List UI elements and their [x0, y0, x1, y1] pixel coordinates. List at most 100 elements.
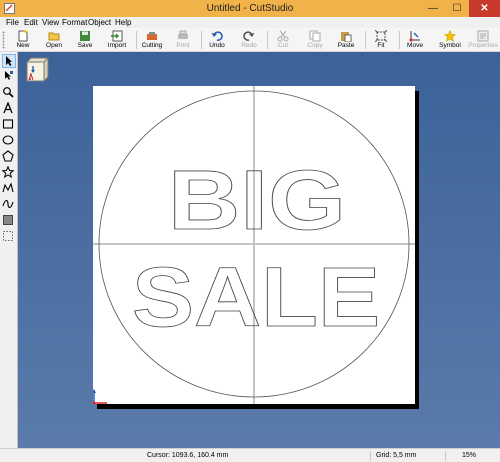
new-label: New — [16, 42, 30, 49]
save-label: Save — [77, 42, 93, 49]
toolbar-grip[interactable] — [2, 31, 5, 49]
design-artwork: BIG SALE — [93, 86, 415, 404]
cutting-label: Cutting — [141, 42, 163, 49]
status-divider — [370, 451, 371, 461]
marquee-icon — [3, 231, 13, 241]
undo-button[interactable]: Undo — [204, 29, 230, 51]
move-label: Move — [407, 42, 423, 49]
new-button[interactable]: New — [10, 29, 36, 51]
origin-marker-icon[interactable] — [93, 389, 107, 404]
zoom-tool[interactable] — [2, 86, 16, 100]
print-button[interactable]: Print — [170, 29, 196, 51]
big-text[interactable]: BIG — [168, 153, 347, 248]
maximize-button[interactable]: ☐ — [445, 0, 469, 17]
fit-label: Fit — [377, 42, 385, 49]
star-icon — [2, 166, 14, 178]
star-symbol-icon — [444, 30, 456, 42]
curve-tool[interactable] — [2, 198, 16, 212]
node-edit-icon — [5, 71, 13, 80]
zoom-icon — [3, 87, 14, 98]
symbol-label: Symbol — [439, 42, 461, 49]
menu-view[interactable]: View — [42, 17, 59, 28]
minimize-button[interactable]: — — [421, 0, 445, 17]
rectangle-icon — [2, 119, 14, 129]
printer-icon — [178, 30, 188, 39]
curve-icon — [2, 199, 14, 209]
marquee-tool[interactable] — [2, 230, 16, 244]
copy-icon — [309, 30, 321, 42]
menu-format[interactable]: Format — [62, 17, 87, 28]
move-button[interactable]: Move — [402, 29, 428, 51]
paste-clipboard-icon — [341, 32, 352, 42]
properties-label: Properties — [468, 42, 498, 49]
canvas-area[interactable]: BIG SALE — [18, 52, 500, 448]
print-label: Print — [176, 42, 190, 49]
toolbar-separator — [136, 31, 137, 49]
symbol-button[interactable]: Symbol — [436, 29, 464, 51]
properties-button[interactable]: Properties — [466, 29, 500, 51]
open-button[interactable]: Open — [41, 29, 67, 51]
undo-label: Undo — [209, 42, 225, 49]
node-edit-tool[interactable] — [2, 70, 16, 84]
scissors-icon — [277, 30, 289, 42]
import-label: Import — [107, 42, 127, 49]
save-button[interactable]: Save — [72, 29, 98, 51]
open-folder-icon — [48, 32, 60, 41]
select-arrow-icon — [6, 56, 12, 66]
toolbar-separator — [365, 31, 366, 49]
text-icon — [3, 102, 13, 114]
undo-arrow-icon — [211, 31, 223, 41]
zoom-level: 15% — [462, 452, 477, 459]
copy-button[interactable]: Copy — [302, 29, 328, 51]
menu-bar: File Edit View Format Object Help — [0, 17, 500, 28]
cutting-page[interactable]: BIG SALE — [93, 86, 415, 404]
text-tool[interactable] — [2, 102, 16, 116]
new-document-icon — [18, 30, 28, 42]
properties-icon — [477, 30, 489, 42]
status-bar: Cursor: 1093.6, 160.4 mm Grid: 5,5 mm 15… — [0, 448, 500, 462]
move-origin-icon — [409, 31, 420, 42]
menu-file[interactable]: File — [6, 17, 19, 28]
select-tool[interactable] — [2, 54, 16, 68]
import-button[interactable]: Import — [104, 29, 130, 51]
fill-icon — [3, 215, 13, 225]
sale-text[interactable]: SALE — [132, 250, 381, 345]
tools-panel — [0, 52, 18, 448]
redo-button[interactable]: Redo — [236, 29, 262, 51]
menu-edit[interactable]: Edit — [24, 17, 38, 28]
menu-object[interactable]: Object — [88, 17, 111, 28]
rectangle-tool[interactable] — [2, 118, 16, 132]
document-thumbnail-icon[interactable] — [26, 57, 50, 83]
toolbar-separator — [267, 31, 268, 49]
cutting-machine-icon — [147, 32, 157, 40]
star-tool[interactable] — [2, 166, 16, 180]
cut-label: Cut — [277, 42, 289, 49]
import-icon — [111, 30, 123, 42]
open-label: Open — [46, 42, 62, 49]
cursor-position: Cursor: 1093.6, 160.4 mm — [147, 452, 229, 459]
paste-button[interactable]: Paste — [333, 29, 359, 51]
polyline-tool[interactable] — [2, 182, 16, 196]
redo-arrow-icon — [243, 31, 255, 41]
main-toolbar: New Open Save Import Cutting Print Undo … — [0, 28, 500, 52]
polyline-icon — [2, 182, 14, 193]
status-divider — [445, 451, 446, 461]
grid-size: Grid: 5,5 mm — [376, 452, 417, 459]
ellipse-icon — [2, 135, 14, 145]
paste-label: Paste — [337, 42, 355, 49]
redo-label: Redo — [241, 42, 257, 49]
copy-label: Copy — [307, 42, 323, 49]
cut-button[interactable]: Cut — [270, 29, 296, 51]
cutting-button[interactable]: Cutting — [139, 29, 165, 51]
close-button[interactable]: ✕ — [469, 0, 500, 17]
ellipse-tool[interactable] — [2, 134, 16, 148]
fit-to-page-icon — [375, 30, 387, 42]
toolbar-separator — [399, 31, 400, 49]
title-bar: Untitled - CutStudio — ☐ ✕ — [0, 0, 500, 17]
polygon-tool[interactable] — [2, 150, 16, 164]
polygon-icon — [2, 150, 14, 162]
fit-button[interactable]: Fit — [368, 29, 394, 51]
menu-help[interactable]: Help — [115, 17, 131, 28]
fill-tool[interactable] — [2, 214, 16, 228]
toolbar-separator — [201, 31, 202, 49]
